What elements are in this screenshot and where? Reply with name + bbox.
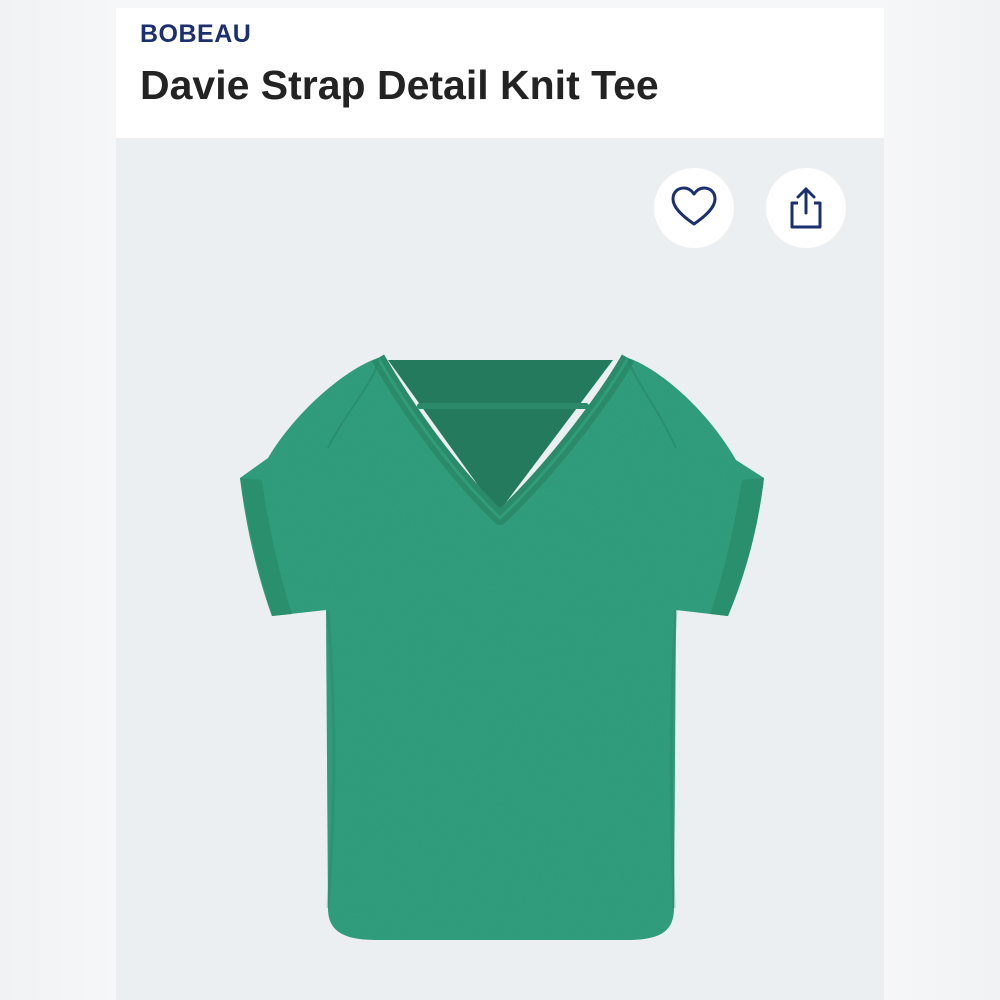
share-button[interactable] (766, 168, 846, 248)
page-background: BOBEAU Davie Strap Detail Knit Tee (0, 0, 1000, 1000)
favorite-button[interactable] (654, 168, 734, 248)
product-header: BOBEAU Davie Strap Detail Knit Tee (116, 8, 884, 138)
heart-icon (671, 186, 717, 226)
share-icon (790, 187, 822, 229)
product-image[interactable] (228, 338, 772, 958)
brand-name[interactable]: BOBEAU (140, 20, 251, 49)
product-card: BOBEAU Davie Strap Detail Knit Tee (116, 8, 884, 1000)
product-title: Davie Strap Detail Knit Tee (140, 62, 659, 108)
